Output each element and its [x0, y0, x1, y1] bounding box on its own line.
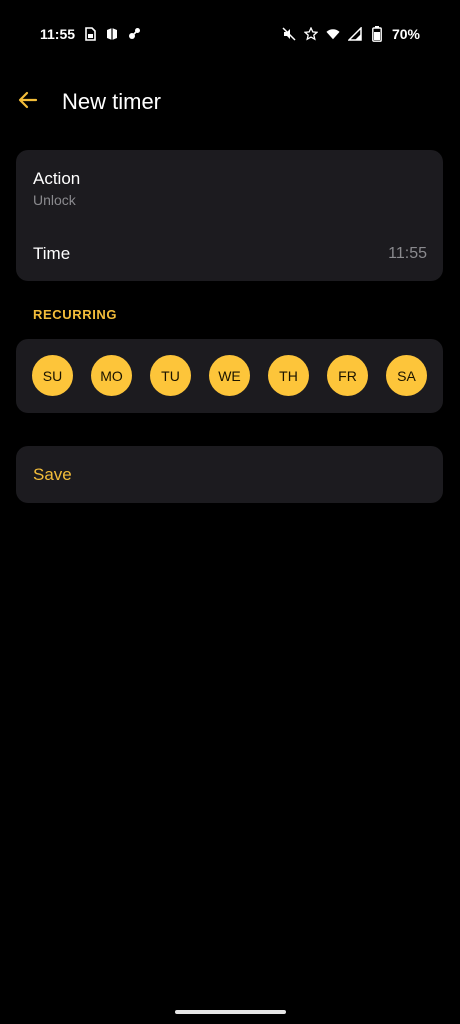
status-left: 11:55 [40, 26, 141, 42]
status-time: 11:55 [40, 26, 76, 42]
day-toggle-thursday[interactable]: TH [268, 355, 309, 396]
day-toggle-monday[interactable]: MO [91, 355, 132, 396]
mute-icon [282, 27, 296, 41]
signal-icon [347, 27, 362, 41]
day-toggle-sunday[interactable]: SU [32, 355, 73, 396]
sim-card-icon [83, 27, 97, 41]
action-card: Action Unlock Time 11:55 [16, 150, 443, 281]
day-toggle-wednesday[interactable]: WE [209, 355, 250, 396]
screen: 11:55 70% New timer Action Unlock Time 1… [0, 0, 460, 1024]
battery-icon [370, 26, 384, 42]
day-toggle-friday[interactable]: FR [327, 355, 368, 396]
status-right: 70% [282, 26, 420, 42]
recurring-days-card: SU MO TU WE TH FR SA [16, 339, 443, 413]
time-value: 11:55 [388, 245, 427, 262]
day-toggle-saturday[interactable]: SA [386, 355, 427, 396]
status-bar: 11:55 70% [0, 20, 460, 48]
day-toggle-tuesday[interactable]: TU [150, 355, 191, 396]
time-label: Time [33, 244, 71, 263]
time-row[interactable]: Time 11:55 [16, 218, 443, 281]
day-selector: SU MO TU WE TH FR SA [32, 355, 427, 397]
settings-notification-icon [127, 27, 141, 41]
page-title: New timer [62, 89, 162, 114]
header: New timer [0, 84, 460, 120]
action-row[interactable]: Action Unlock [16, 150, 443, 218]
recurring-section-label: RECURRING [33, 307, 118, 322]
back-button[interactable] [14, 88, 42, 116]
home-indicator[interactable] [175, 1010, 286, 1014]
star-icon [303, 27, 318, 41]
save-button[interactable]: Save [16, 446, 443, 503]
action-value: Unlock [33, 192, 76, 208]
wifi-icon [326, 27, 340, 41]
battery-percentage: 70% [391, 26, 420, 42]
action-label: Action [33, 169, 81, 188]
save-label: Save [33, 465, 72, 484]
app-notification-icon [105, 27, 119, 41]
arrow-left-icon [17, 89, 39, 116]
